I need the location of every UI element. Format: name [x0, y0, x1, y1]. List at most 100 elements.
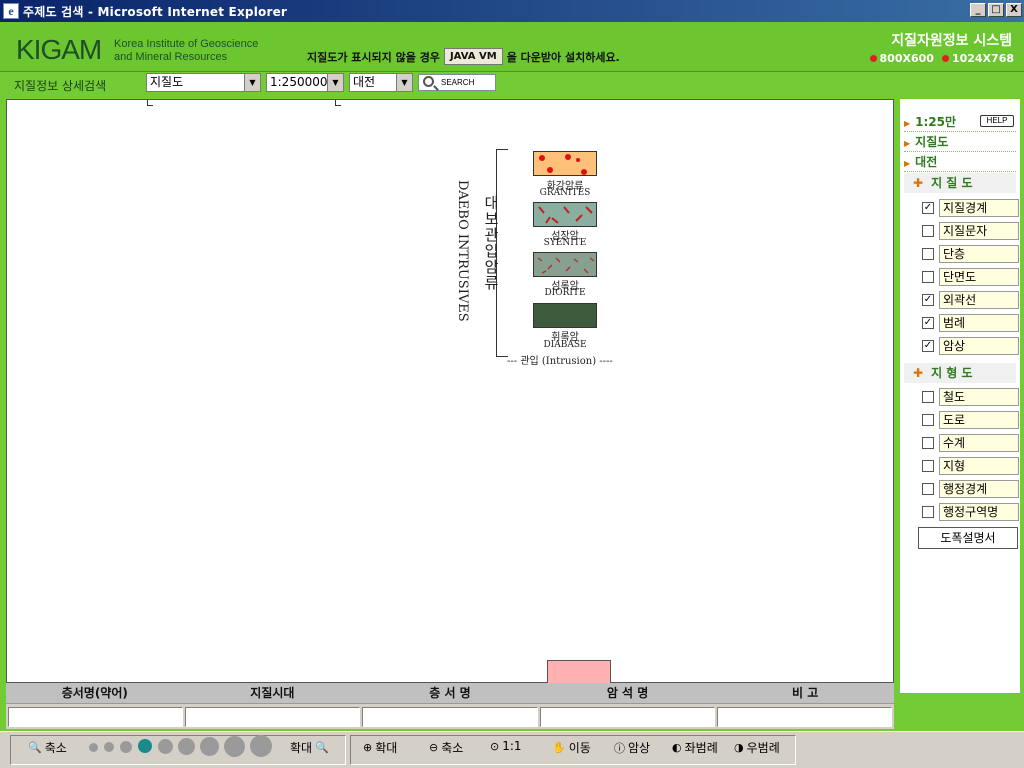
tool-label: 축소: [441, 741, 464, 755]
maximize-button[interactable]: □: [988, 3, 1004, 17]
map-viewer[interactable]: 대보관입암류 DAEBO INTRUSIVES 화강암류 GRANITES 섬장…: [6, 99, 894, 683]
logo-subtitle-line1: Korea Institute of Geoscience: [114, 38, 259, 50]
checkbox[interactable]: [922, 460, 934, 472]
chevron-down-icon: ▼: [396, 74, 412, 91]
nav-map-type[interactable]: ▶ 지질도: [904, 133, 948, 150]
table-cell: [185, 707, 361, 727]
nav-region-label: 대전: [915, 155, 938, 169]
zoom-level-6[interactable]: [178, 738, 195, 755]
zoom-out-step[interactable]: 🔍 축소: [28, 739, 67, 756]
section-topographic-map: ✚ 지 형 도: [904, 363, 1016, 383]
res-1024-link[interactable]: 1024X768: [941, 52, 1014, 65]
triangle-right-icon: ▶: [904, 139, 911, 148]
zoom-level-8[interactable]: [224, 736, 245, 757]
logo-subtitle-line2: and Mineral Resources: [114, 51, 228, 63]
zoom-in-step[interactable]: 확대 🔍: [290, 739, 329, 756]
system-title: 지질자원정보 시스템: [891, 33, 1012, 49]
checkbox[interactable]: [922, 483, 934, 495]
checkbox[interactable]: [922, 391, 934, 403]
tool-zoom-in[interactable]: ⊕ 확대: [363, 739, 397, 756]
table-col-rock-name: 암 석 명: [606, 686, 649, 700]
search-bar-label: 지질정보 상세검색: [14, 79, 107, 93]
bullet-icon: [941, 55, 949, 62]
tool-label: 암상: [628, 741, 651, 755]
checkbox[interactable]: [922, 437, 934, 449]
layer-toggle-cross-section[interactable]: 단면도: [922, 268, 1019, 286]
tool-actual-size[interactable]: ⊙ 1:1: [490, 739, 522, 753]
checkbox[interactable]: [922, 414, 934, 426]
zoom-level-2[interactable]: [104, 742, 114, 752]
layer-label: 단면도: [939, 268, 1019, 286]
checkbox[interactable]: [922, 506, 934, 518]
zoom-level-4-active[interactable]: [138, 739, 152, 753]
checkbox[interactable]: ✓: [922, 317, 934, 329]
attribute-table: 층서명(약어) 지질시대 층 서 명 암 석 명 비 고: [6, 683, 894, 729]
layer-label: 행정구역명: [939, 503, 1019, 521]
layer-toggle-road[interactable]: 도로: [922, 411, 1019, 429]
help-button[interactable]: HELP: [980, 115, 1014, 127]
zoom-level-5[interactable]: [158, 739, 173, 754]
close-button[interactable]: X: [1006, 3, 1022, 17]
search-icon: [423, 76, 434, 87]
tool-right-legend[interactable]: ◑ 우범례: [734, 739, 780, 756]
tool-label: 확대: [375, 741, 398, 755]
layer-toggle-terrain[interactable]: 지형: [922, 457, 1019, 475]
kigam-logo[interactable]: KIGAM: [16, 34, 102, 66]
layer-toggle-legend[interactable]: ✓ 범례: [922, 314, 1019, 332]
tool-zoom-out[interactable]: ⊖ 축소: [429, 739, 463, 756]
map-type-value: 지질도: [150, 75, 184, 89]
layer-toggle-water[interactable]: 수계: [922, 434, 1019, 452]
layer-toggle-geologic-text[interactable]: 지질문자: [922, 222, 1019, 240]
scale-select[interactable]: 1:250000 ▼: [266, 73, 344, 92]
java-vm-button[interactable]: JAVA VM: [443, 48, 503, 65]
divider: [904, 151, 1016, 152]
layer-label: 철도: [939, 388, 1019, 406]
nav-region[interactable]: ▶ 대전: [904, 153, 937, 170]
map-overview-tab[interactable]: [547, 660, 611, 684]
layer-toggle-geologic-boundary[interactable]: ✓ 지질경계: [922, 199, 1019, 217]
layer-toggle-railway[interactable]: 철도: [922, 388, 1019, 406]
plus-icon: ✚: [913, 176, 924, 190]
search-button[interactable]: SEARCH: [418, 74, 496, 91]
map-type-select[interactable]: 지질도 ▼: [146, 73, 261, 92]
tool-pan[interactable]: ✋ 이동: [552, 739, 591, 756]
zoom-level-7[interactable]: [200, 737, 219, 756]
tool-lithology[interactable]: ⓘ 암상: [614, 739, 650, 756]
zoom-level-1[interactable]: [89, 743, 98, 752]
kigam-logo-subtitle: Korea Institute of Geoscience and Minera…: [114, 38, 258, 64]
layer-toggle-fault[interactable]: 단층: [922, 245, 1019, 263]
granite-pattern: [539, 154, 587, 175]
map-description-button[interactable]: 도폭설명서: [918, 527, 1018, 549]
scale-value: 1:250000: [270, 75, 328, 89]
layer-label: 지질문자: [939, 222, 1019, 240]
layer-toggle-admin-boundary[interactable]: 행정경계: [922, 480, 1019, 498]
minimize-button[interactable]: _: [970, 3, 986, 17]
zoom-level-9[interactable]: [250, 735, 272, 757]
checkbox[interactable]: ✓: [922, 202, 934, 214]
checkbox[interactable]: [922, 271, 934, 283]
tool-left-legend[interactable]: ◐ 좌범례: [672, 739, 718, 756]
layer-toggle-lithology[interactable]: ✓ 암상: [922, 337, 1019, 355]
checkbox[interactable]: [922, 225, 934, 237]
section-topo-label: 지 형 도: [931, 366, 973, 380]
zoom-level-3[interactable]: [120, 741, 132, 753]
zoom-in-label: 확대: [290, 741, 313, 755]
window-title: 주제도 검색 - Microsoft Internet Explorer: [23, 4, 288, 19]
table-cell: [8, 707, 184, 727]
checkbox[interactable]: ✓: [922, 340, 934, 352]
map-bracket-left: [147, 100, 153, 106]
layer-toggle-outline[interactable]: ✓ 외곽선: [922, 291, 1019, 309]
checkbox[interactable]: ✓: [922, 294, 934, 306]
table-cell: [362, 707, 538, 727]
checkbox[interactable]: [922, 248, 934, 260]
nav-map-type-label: 지질도: [915, 135, 949, 149]
res-800-link[interactable]: 800X600: [869, 52, 934, 65]
table-col-stratum-abbr: 층서명(약어): [61, 686, 128, 700]
legend-intrusion-note: --- 관입 (Intrusion) ----: [507, 356, 613, 367]
nav-scale[interactable]: ▶ 1:25만: [904, 113, 956, 130]
legend-label-en: DIABASE: [543, 340, 587, 350]
search-bar: 지질정보 상세검색 지질도 ▼ 1:250000 ▼ 대전 ▼ SEARCH: [0, 72, 1024, 97]
region-select[interactable]: 대전 ▼: [349, 73, 413, 92]
legend-swatch-diorite: [533, 252, 597, 277]
layer-toggle-admin-names[interactable]: 행정구역명: [922, 503, 1019, 521]
